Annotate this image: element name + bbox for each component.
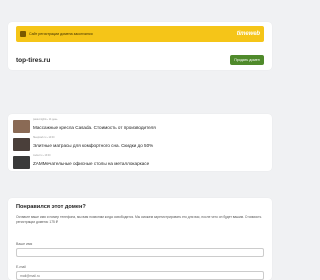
- banner-text: Сайт регистрации домена закончился: [29, 32, 93, 36]
- ad-item[interactable]: Sleepweb.ru ▪ 14:00 Элитные матрасы для …: [13, 136, 267, 152]
- domain-row: top-tires.ru Продать домен: [16, 54, 264, 66]
- interest-form-card: Понравился этот домен? Оставьте ваше имя…: [8, 198, 272, 280]
- ad-item[interactable]: pastel-nights ▪ 14 день Массажные кресла…: [13, 118, 267, 134]
- ad-meta: Sleepweb.ru ▪ 14:00: [33, 136, 55, 139]
- ad-thumbnail[interactable]: [13, 119, 30, 133]
- ads-card: pastel-nights ▪ 14 день Массажные кресла…: [8, 114, 272, 171]
- sell-domain-button[interactable]: Продать домен: [230, 55, 264, 65]
- expired-banner: Сайт регистрации домена закончился timew…: [16, 26, 264, 42]
- lock-icon: [20, 31, 26, 37]
- email-label: E-mail: [16, 265, 26, 269]
- domain-card: Сайт регистрации домена закончился timew…: [8, 22, 272, 70]
- ad-title[interactable]: Массажные кресла Casada. Стоимость от пр…: [33, 125, 156, 130]
- name-label: Ваше имя: [16, 242, 33, 246]
- ad-thumbnail[interactable]: [13, 155, 30, 169]
- ad-meta: pastel-nights ▪ 14 день: [33, 118, 58, 121]
- domain-name: top-tires.ru: [16, 56, 51, 64]
- ad-title[interactable]: ZAMMечательные офисные столы на металлок…: [33, 161, 149, 166]
- ad-title[interactable]: Элитные матрасы для комфортного сна. Ски…: [33, 143, 153, 148]
- ad-meta: mebel.ru ▪ 13:00: [33, 154, 51, 157]
- name-input[interactable]: [16, 248, 264, 257]
- ad-item[interactable]: mebel.ru ▪ 13:00 ZAMMечательные офисные …: [13, 154, 267, 170]
- form-title: Понравился этот домен?: [16, 204, 86, 210]
- form-description: Оставьте ваше имя и номер телефона, мы в…: [16, 215, 262, 224]
- timeweb-logo[interactable]: timeweb: [237, 31, 260, 37]
- ad-thumbnail[interactable]: [13, 137, 30, 151]
- email-input[interactable]: [16, 271, 264, 280]
